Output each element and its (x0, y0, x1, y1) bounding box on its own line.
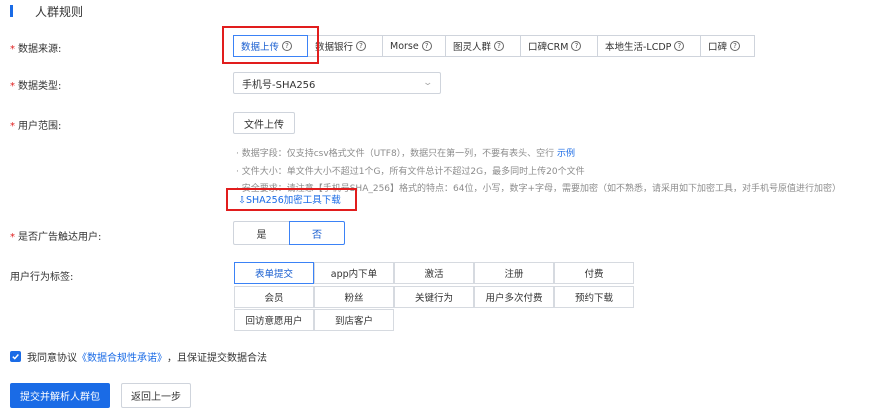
highlight-box-download (226, 188, 357, 211)
ad-reach-toggle: 是 否 (233, 221, 345, 245)
data-type-select[interactable]: 手机号-SHA256 ⌄ (233, 72, 441, 94)
source-option-morse[interactable]: Morse? (383, 35, 446, 57)
ad-reach-label: * 是否广告触达用户: (10, 232, 102, 243)
tag-pay[interactable]: 付费 (554, 262, 634, 284)
source-option-local-lcdp[interactable]: 本地生活-LCDP? (598, 35, 701, 57)
submit-parse-button[interactable]: 提交并解析人群包 (10, 383, 110, 408)
file-upload-button[interactable]: 文件上传 (233, 112, 295, 134)
source-option-koubei-crm[interactable]: 口碑CRM? (521, 35, 598, 57)
ad-reach-no[interactable]: 否 (289, 221, 345, 245)
tag-activation[interactable]: 激活 (394, 262, 474, 284)
hint-file-size: · 文件大小：单文件大小不超过1个G，所有文件总计不超过2G，最多同时上传20个… (236, 167, 585, 177)
tag-register[interactable]: 注册 (474, 262, 554, 284)
help-icon[interactable]: ? (730, 41, 741, 51)
chevron-down-icon: ⌄ (422, 78, 434, 88)
section-accent-bar (10, 5, 13, 17)
tag-store-visit[interactable]: 到店客户 (314, 309, 394, 331)
tag-member[interactable]: 会员 (234, 286, 314, 308)
example-link[interactable]: 示例 (557, 149, 575, 159)
tag-app-order[interactable]: app内下单 (314, 262, 394, 284)
hint-data-fields: · 数据字段：仅支持csv格式文件（UTF8），数据只在第一列，不要有表头、空行… (236, 149, 576, 159)
tag-revisit-intent[interactable]: 回访意愿用户 (234, 309, 314, 331)
help-icon[interactable]: ? (494, 41, 505, 51)
user-scope-label: * 用户范围: (10, 121, 62, 132)
check-icon (12, 354, 19, 360)
help-icon[interactable]: ? (674, 41, 685, 51)
source-option-data-bank[interactable]: 数据银行? (308, 35, 383, 57)
tag-key-action[interactable]: 关键行为 (394, 286, 474, 308)
compliance-agreement-link[interactable]: 《数据合规性承诺》 (77, 349, 167, 364)
section-title: 人群规则 (35, 4, 84, 19)
help-icon[interactable]: ? (421, 41, 432, 51)
agreement-row: 我同意协议 《数据合规性承诺》 ，且保证提交数据合法 (10, 349, 267, 364)
agreement-checkbox[interactable] (10, 351, 21, 362)
data-type-label: * 数据类型: (10, 81, 62, 92)
tag-pre-download[interactable]: 预约下载 (554, 286, 634, 308)
tag-repeat-pay[interactable]: 用户多次付费 (474, 286, 554, 308)
source-option-turing[interactable]: 图灵人群? (446, 35, 521, 57)
section-header: 人群规则 (10, 3, 83, 19)
help-icon[interactable]: ? (571, 41, 582, 51)
tag-form-submit[interactable]: 表单提交 (234, 262, 314, 284)
behavior-tags-label: 用户行为标签: (10, 272, 74, 283)
source-option-koubei[interactable]: 口碑? (701, 35, 755, 57)
back-button[interactable]: 返回上一步 (121, 383, 191, 408)
tag-fans[interactable]: 粉丝 (314, 286, 394, 308)
highlight-box-source (222, 26, 319, 64)
ad-reach-yes[interactable]: 是 (233, 221, 289, 245)
data-type-value: 手机号-SHA256 (242, 79, 316, 91)
help-icon[interactable]: ? (356, 41, 367, 51)
data-source-label: * 数据来源: (10, 44, 62, 55)
